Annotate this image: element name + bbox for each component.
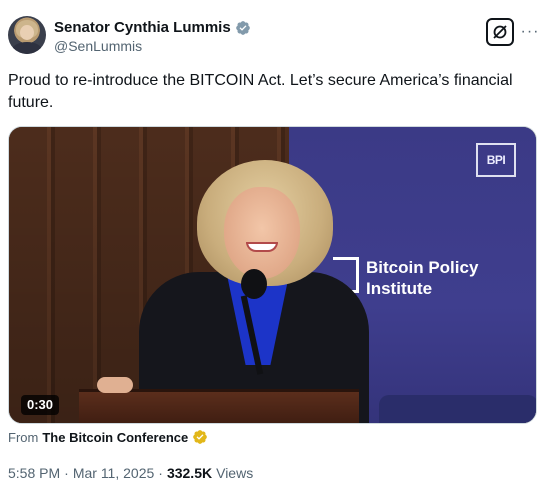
gold-verified-badge-icon[interactable]: [192, 429, 208, 445]
grok-icon: [493, 25, 507, 39]
gray-verified-badge-icon[interactable]: [235, 20, 251, 36]
tweet-text: Proud to re-introduce the BITCOIN Act. L…: [8, 72, 513, 111]
avatar-face: [20, 25, 34, 40]
bpi-logo: BPI: [476, 143, 516, 177]
video-duration-badge: 0:30: [21, 395, 60, 415]
meta-separator: ·: [158, 465, 163, 481]
backdrop-text: Bitcoin Policy Institute: [366, 257, 478, 299]
avatar-body: [12, 42, 42, 54]
chair: [379, 395, 536, 423]
views-count: 332.5K: [166, 465, 213, 481]
backdrop-line-1: Bitcoin Policy: [366, 258, 479, 277]
speaker-face: [224, 187, 300, 279]
tweet-header: Senator Cynthia Lummis @SenLummis ···: [8, 16, 548, 60]
tweet-meta-row: 5:58 PM · Mar 11, 2025 · 332.5K Views: [8, 465, 253, 481]
views-label: Views: [216, 465, 254, 481]
tweet-date[interactable]: Mar 11, 2025: [73, 465, 154, 481]
author-avatar[interactable]: [8, 16, 46, 54]
video-player[interactable]: BPI Bitcoin Policy Institute 0:30: [8, 126, 537, 424]
speaker-hand: [97, 377, 133, 393]
meta-separator: ·: [64, 465, 69, 481]
author-name-row: Senator Cynthia Lummis: [54, 19, 251, 36]
more-options-button[interactable]: ···: [518, 20, 542, 44]
author-display-name[interactable]: Senator Cynthia Lummis: [54, 19, 231, 36]
grok-button[interactable]: [486, 18, 514, 46]
source-prefix: From: [8, 429, 39, 445]
speaker-mouth: [246, 242, 278, 252]
tweet-time[interactable]: 5:58 PM: [8, 465, 60, 481]
source-name-link[interactable]: The Bitcoin Conference: [42, 430, 188, 445]
microphone: [241, 269, 267, 299]
podium: [79, 389, 359, 423]
author-handle[interactable]: @SenLummis: [54, 38, 142, 54]
video-source-row: From The Bitcoin Conference: [8, 429, 208, 445]
backdrop-line-2: Institute: [366, 279, 433, 298]
